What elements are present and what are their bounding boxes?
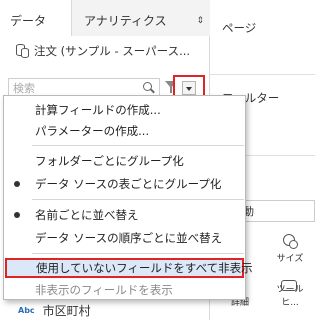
menu-item-show-hidden-fields: 非表示のフィールドを表示 <box>4 280 245 300</box>
menu-item-label: 計算フィールドの作成... <box>35 103 161 117</box>
filter-icon-stem <box>170 87 172 93</box>
data-pane-menu: 計算フィールドの作成... パラメーターの作成... フォルダーごとにグループ化… <box>3 95 253 300</box>
menu-item-sort-by-source-order[interactable]: データ ソースの順序ごとに並べ替え <box>4 228 245 248</box>
menu-item-sort-by-name[interactable]: 名前ごとに並べ替え <box>4 205 245 225</box>
size-label: サイズ <box>276 254 304 264</box>
size-icon-inner <box>289 240 298 249</box>
collapse-arrows-icon[interactable]: ⇕ <box>196 0 204 42</box>
menu-item-group-by-table[interactable]: データ ソースの表ごとにグループ化 <box>4 174 245 194</box>
search-icon[interactable] <box>143 82 155 94</box>
menu-item-group-by-folder[interactable]: フォルダーごとにグループ化 <box>4 151 245 171</box>
tab-data-label: データ <box>10 14 47 28</box>
chevron-down-icon <box>186 87 192 91</box>
radio-bullet-icon <box>14 212 20 218</box>
dropdown-box <box>182 81 196 95</box>
menu-separator <box>32 253 244 254</box>
menu-item-label: データ ソースの表ごとにグループ化 <box>35 177 222 191</box>
size-card[interactable]: サイズ <box>268 230 312 266</box>
datasource-item[interactable]: 注文 (サンプル - スーパース... <box>14 40 210 62</box>
menu-item-hide-unused-fields[interactable]: 使用していないフィールドをすべて非表示 <box>5 258 253 278</box>
field-item-city[interactable]: Abc 市区町村 <box>18 302 91 318</box>
tab-analytics-label: アナリティクス <box>84 14 167 28</box>
menu-item-label: 名前ごとに並べ替え <box>35 208 139 222</box>
field-name: 市区町村 <box>42 303 91 318</box>
tooltip-label: ツールヒ... <box>276 285 304 308</box>
menu-separator <box>32 145 244 146</box>
menu-separator <box>32 199 244 200</box>
menu-item-create-calculated-field[interactable]: 計算フィールドの作成... <box>4 100 245 120</box>
pages-label: ページ <box>222 21 257 35</box>
string-type-icon: Abc <box>18 305 35 315</box>
menu-item-label: パラメーターの作成... <box>35 124 150 138</box>
pages-shelf[interactable]: ページ <box>210 0 315 75</box>
radio-bullet-icon <box>14 181 20 187</box>
menu-item-create-parameter[interactable]: パラメーターの作成... <box>4 121 245 141</box>
menu-item-label: 非表示のフィールドを表示 <box>35 283 173 297</box>
database-icon <box>14 43 30 59</box>
menu-item-label: フォルダーごとにグループ化 <box>35 154 184 168</box>
menu-item-label: 使用していないフィールドをすべて非表示 <box>36 261 253 275</box>
tab-analytics[interactable]: アナリティクス ⇕ <box>72 0 210 36</box>
datasource-name: 注文 (サンプル - スーパース... <box>34 44 191 58</box>
tooltip-card[interactable]: ツールヒ... <box>268 274 312 310</box>
pane-tabs: データ アナリティクス ⇕ <box>0 0 210 36</box>
tab-data[interactable]: データ <box>0 0 72 36</box>
menu-item-label: データ ソースの順序ごとに並べ替え <box>35 231 223 245</box>
